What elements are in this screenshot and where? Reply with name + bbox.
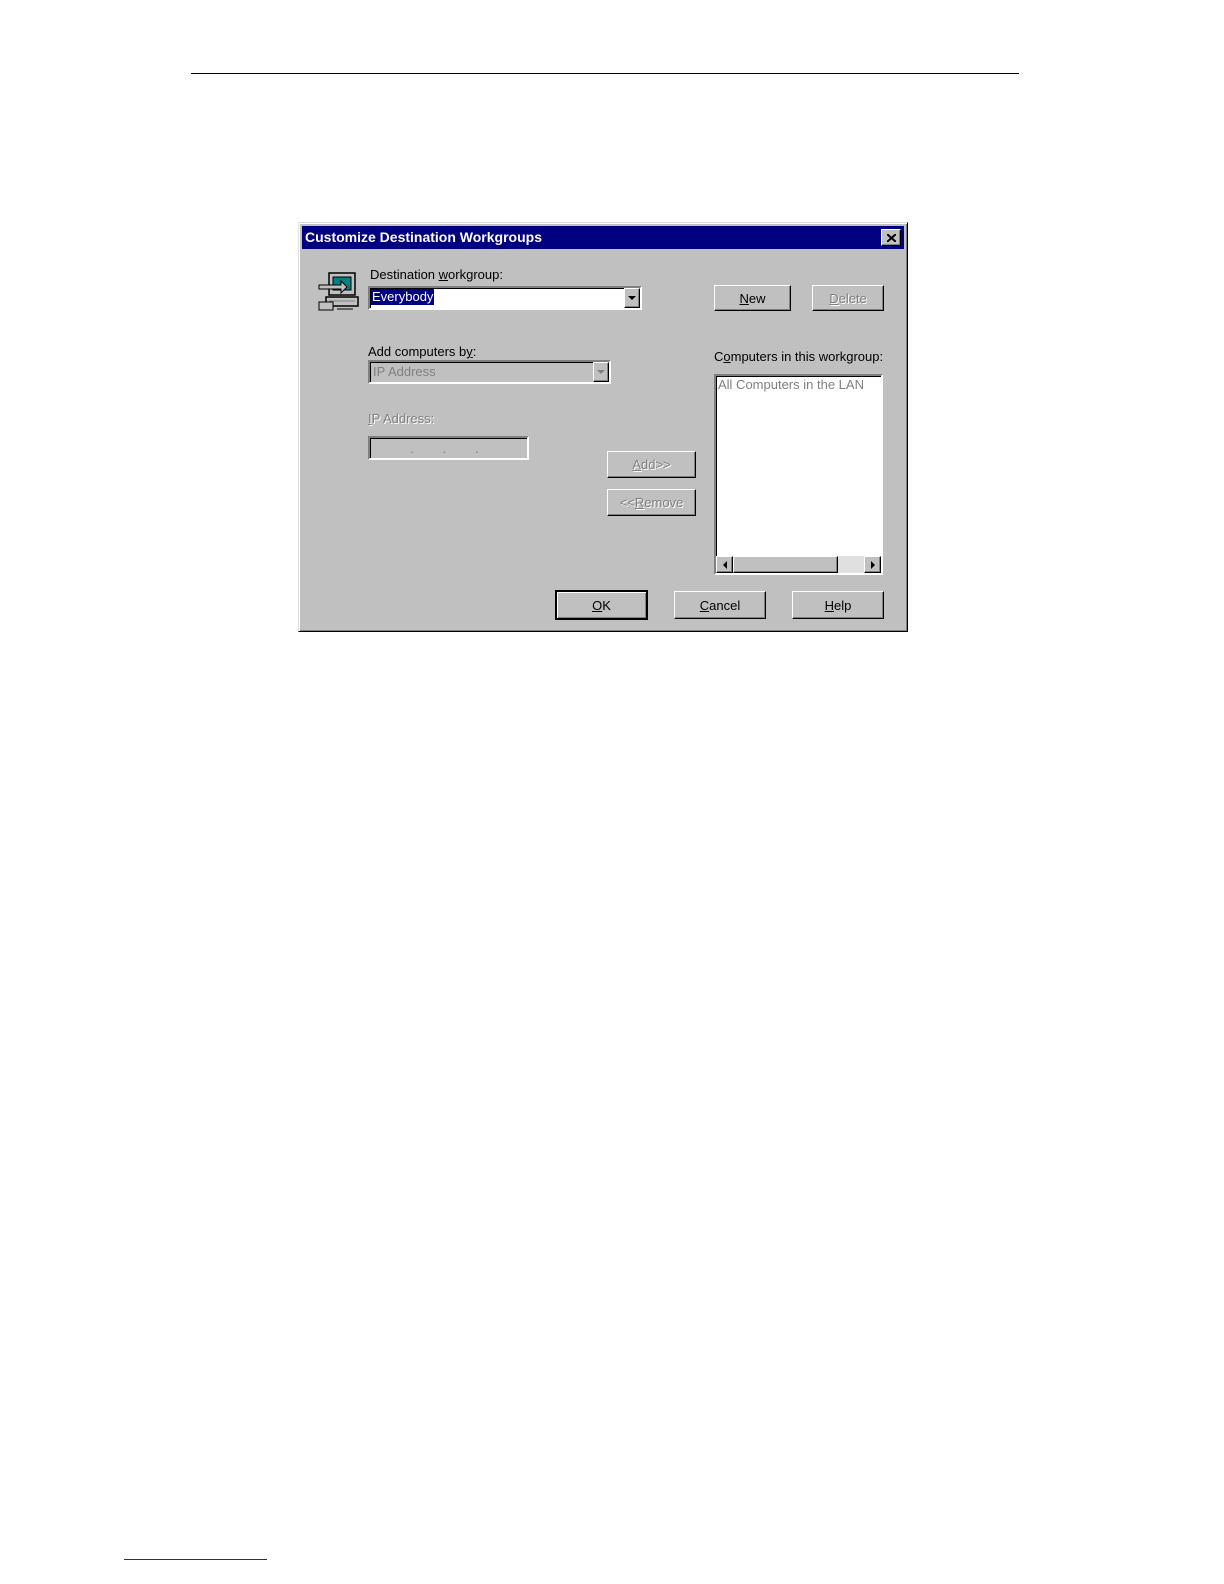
remove-button[interactable]: << Remove: [607, 489, 696, 516]
add-computers-by-value: IP Address: [373, 364, 436, 379]
list-item[interactable]: All Computers in the LAN: [718, 377, 864, 392]
scroll-right-icon: [870, 560, 875, 569]
dropdown-arrow-icon: [597, 370, 605, 374]
add-computers-by-dropdown[interactable]: IP Address: [368, 360, 611, 384]
delete-button[interactable]: Delete: [812, 285, 884, 311]
new-button[interactable]: New: [714, 285, 791, 311]
horizontal-scrollbar[interactable]: [716, 556, 881, 573]
ip-address-field[interactable]: . . .: [368, 436, 529, 460]
add-computers-by-label: Add computers by:: [368, 344, 477, 359]
ok-button[interactable]: OK: [555, 590, 648, 620]
scroll-right-button[interactable]: [864, 556, 881, 573]
destination-workgroup-dropdown-button[interactable]: [624, 288, 640, 308]
scrollbar-thumb[interactable]: [733, 556, 838, 573]
title-bar[interactable]: Customize Destination Workgroups: [302, 226, 904, 249]
help-button[interactable]: Help: [792, 591, 884, 619]
computers-in-workgroup-label: Computers in this workgroup:: [714, 349, 884, 364]
ip-address-label: IP Address:: [368, 411, 435, 426]
computers-listbox[interactable]: All Computers in the LAN: [714, 374, 883, 575]
add-computers-by-dropdown-button[interactable]: [593, 362, 609, 382]
scroll-left-button[interactable]: [716, 556, 733, 573]
network-computer-icon: [318, 272, 359, 311]
close-icon: [886, 233, 896, 242]
add-button[interactable]: Add>>: [607, 451, 696, 478]
ip-address-separators: . . .: [410, 441, 479, 456]
destination-workgroup-value: Everybody: [371, 289, 435, 305]
destination-workgroup-label: Destination workgroup:: [370, 267, 503, 282]
dropdown-arrow-icon: [628, 296, 636, 300]
destination-workgroup-dropdown[interactable]: Everybody: [368, 286, 642, 310]
customize-destination-workgroups-dialog: Customize Destination Workgroups Destina…: [298, 222, 908, 632]
page-top-rule: [191, 73, 1019, 74]
close-button[interactable]: [881, 229, 901, 246]
dialog-title: Customize Destination Workgroups: [305, 229, 542, 245]
cancel-button[interactable]: Cancel: [674, 591, 766, 619]
scroll-left-icon: [722, 560, 727, 569]
footnote-rule: [124, 1559, 267, 1560]
